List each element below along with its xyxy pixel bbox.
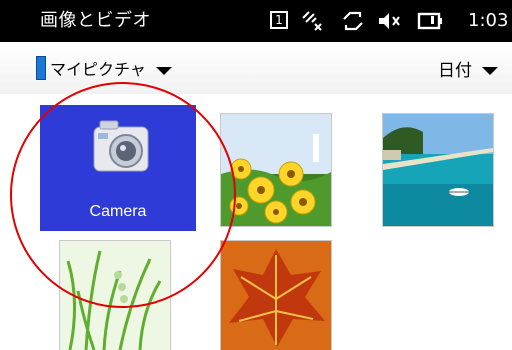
folder-label: マイピクチャ	[50, 60, 146, 79]
camera-label: Camera	[89, 203, 147, 220]
box-one-icon[interactable]: 1	[270, 11, 288, 29]
chevron-down-icon	[155, 67, 172, 75]
sort-label: 日付	[438, 60, 472, 81]
speaker-icon[interactable]	[376, 9, 402, 33]
photo-thumbnail-beach-pier[interactable]	[383, 114, 493, 226]
photo-thumbnail-yellow-flowers[interactable]	[221, 114, 331, 226]
battery-icon[interactable]	[416, 9, 448, 33]
phone-icon	[36, 56, 46, 80]
clock[interactable]: 1:03	[468, 8, 508, 34]
signal-sync-icon[interactable]	[300, 9, 326, 33]
camera-tile[interactable]: Camera	[40, 105, 196, 231]
chevron-down-icon	[482, 67, 498, 75]
sort-dropdown[interactable]: 日付	[438, 52, 498, 84]
photo-thumbnail-red-leaf[interactable]	[221, 241, 331, 350]
folder-dropdown[interactable]: マイピクチャ	[36, 52, 172, 84]
photo-thumbnail-green-grass[interactable]	[60, 241, 170, 350]
app-title: 画像とビデオ	[40, 10, 151, 31]
menu-bar: マイピクチャ 日付	[0, 42, 512, 94]
connection-icon[interactable]	[340, 9, 366, 33]
title-bar: 画像とビデオ 1 1:03	[0, 0, 512, 42]
